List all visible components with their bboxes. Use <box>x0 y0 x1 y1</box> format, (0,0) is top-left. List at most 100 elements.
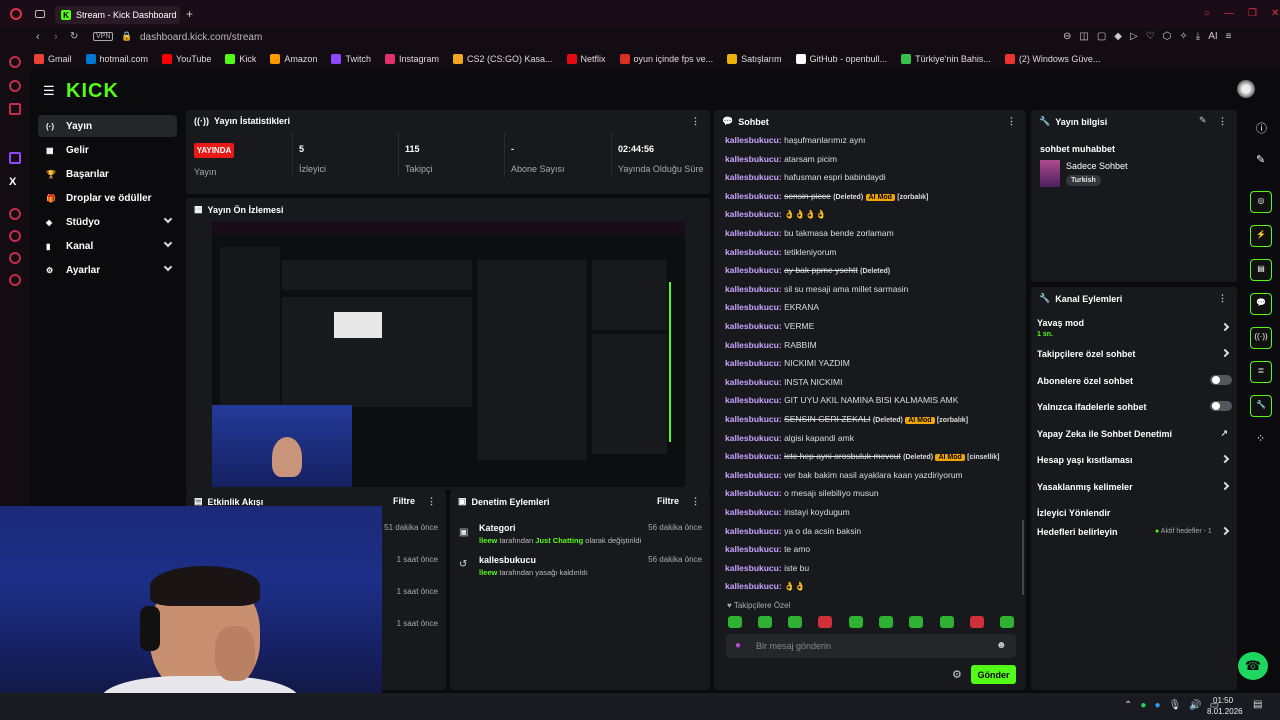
tab-manager-icon[interactable] <box>35 10 45 18</box>
microphone-icon[interactable]: ● <box>735 640 741 651</box>
close-icon[interactable]: ✕ <box>1271 8 1279 19</box>
shield-icon[interactable]: ◆ <box>1114 31 1122 42</box>
chat-username[interactable]: kallesbukucu: <box>725 209 782 219</box>
chat-message[interactable]: kallesbukucu: RABBIM <box>725 340 817 350</box>
chat-username[interactable]: kallesbukucu: <box>725 284 782 294</box>
volume-icon[interactable]: 🔊 <box>1189 700 1201 711</box>
play-icon[interactable]: ▷ <box>1130 31 1138 42</box>
chat-message[interactable]: kallesbukucu: te amo <box>725 544 810 554</box>
opera-logo-icon[interactable] <box>10 8 22 20</box>
channel-actions-menu-icon[interactable]: ⋮ <box>1218 293 1227 304</box>
chat-message[interactable]: kallesbukucu: algisi kapandi amk <box>725 433 854 443</box>
chat-username[interactable]: kallesbukucu: <box>725 451 782 461</box>
chat-message[interactable]: kallesbukucu: hafusman espri babindaydi <box>725 172 886 182</box>
emote-icon[interactable] <box>728 616 742 628</box>
bookmark-item[interactable]: Türkiye'nin Bahis... <box>901 54 991 64</box>
bookmarks-icon[interactable] <box>9 252 21 264</box>
chat-settings-icon[interactable]: ⚙ <box>952 668 962 681</box>
chat-message[interactable]: kallesbukucu: EKRANA <box>725 302 819 312</box>
stack-button[interactable]: ≣ <box>1250 361 1272 383</box>
settings-icon[interactable] <box>9 274 21 286</box>
search-icon[interactable]: ○ <box>1204 8 1210 19</box>
tab-kick-dashboard[interactable]: K Stream - Kick Dashboard <box>55 6 180 24</box>
chat-message[interactable]: kallesbukucu: ya o da acsin baksin <box>725 526 861 536</box>
kick-logo[interactable]: KICK <box>66 80 119 103</box>
sidebar-item-1[interactable]: ▦ Gelir <box>38 139 177 161</box>
focus-button[interactable]: ◎ <box>1250 191 1272 213</box>
emote-icon[interactable] <box>879 616 893 628</box>
mail-icon[interactable] <box>9 103 21 115</box>
sidebar-item-3[interactable]: 🎁 Droplar ve ödüller <box>38 187 177 209</box>
toggle-switch[interactable] <box>1210 374 1232 385</box>
heart-icon[interactable]: ♡ <box>1146 31 1155 42</box>
bookmark-item[interactable]: oyun içinde fps ve... <box>619 54 713 64</box>
minimize-icon[interactable]: — <box>1224 8 1234 19</box>
chat-message[interactable]: kallesbukucu: INSTA NICKIMI <box>725 377 842 387</box>
camera-icon[interactable]: ◫ <box>1079 31 1088 42</box>
moderation-menu-icon[interactable]: ⋮ <box>691 496 700 507</box>
emote-icon[interactable] <box>788 616 802 628</box>
clock-time[interactable]: 01:50 <box>1213 696 1233 705</box>
chat-message[interactable]: kallesbukucu: iste bu <box>725 563 809 573</box>
chat-menu-icon[interactable]: ⋮ <box>1007 116 1016 127</box>
more-icon[interactable]: ⁘ <box>1256 432 1265 445</box>
chat-username[interactable]: kallesbukucu: <box>725 377 782 387</box>
bookmark-item[interactable]: YouTube <box>162 54 211 64</box>
chat-message[interactable]: kallesbukucu: o mesajı silebiliyo musun <box>725 488 879 498</box>
channel-action-row[interactable]: İzleyici Yönlendir <box>1037 508 1232 518</box>
hamburger-icon[interactable]: ☰ <box>43 83 55 99</box>
chat-username[interactable]: kallesbukucu: <box>725 526 782 536</box>
chat-username[interactable]: kallesbukucu: <box>725 563 782 573</box>
chat-username[interactable]: kallesbukucu: <box>725 302 782 312</box>
chat-message[interactable]: kallesbukucu: tetikleniyorum <box>725 247 837 257</box>
chat-username[interactable]: kallesbukucu: <box>725 358 782 368</box>
history-icon[interactable] <box>9 230 21 242</box>
chat-scrollbar[interactable] <box>1022 520 1024 595</box>
bookmark-item[interactable]: Instagram <box>384 54 439 64</box>
chat-username[interactable]: kallesbukucu: <box>725 470 782 480</box>
bookmark-item[interactable]: Twitch <box>331 54 371 64</box>
chat-message[interactable]: kallesbukucu: 👌👌 <box>725 581 805 592</box>
chat-username[interactable]: kallesbukucu: <box>725 544 782 554</box>
cube-icon[interactable]: ⬡ <box>1163 31 1172 42</box>
chat-username[interactable]: kallesbukucu: <box>725 581 782 591</box>
app-icon[interactable]: ● <box>1140 700 1146 711</box>
mod-actor[interactable]: lleew <box>479 536 497 545</box>
chat-message[interactable]: kallesbukucu: atarsam picim <box>725 154 837 164</box>
channel-action-row[interactable]: Hesap yaşı kısıtlaması <box>1037 454 1232 465</box>
goals-row[interactable]: Hedefleri belirleyin ● Aktif hedefler - … <box>1037 526 1232 537</box>
url-text[interactable]: dashboard.kick.com/stream <box>140 32 262 43</box>
support-button[interactable]: ☎ <box>1238 652 1268 680</box>
messenger-icon[interactable] <box>9 80 21 92</box>
emote-icon[interactable] <box>909 616 923 628</box>
chat-message[interactable]: kallesbukucu: haşufmanlarımız aynı <box>725 135 865 145</box>
avatar[interactable] <box>1237 80 1255 98</box>
slow-mode-row[interactable]: Yavaş mod 1 sn. <box>1037 318 1232 338</box>
activity-filter-button[interactable]: Filtre <box>393 496 415 506</box>
chat-message[interactable]: kallesbukucu: SENSIN GERI ZEKALI (Delete… <box>725 414 968 424</box>
chat-input[interactable]: ● Bir mesaj gönderin ☻ <box>726 634 1016 658</box>
channel-action-row[interactable]: Abonelere özel sohbet <box>1037 374 1232 386</box>
stream-preview-video[interactable] <box>212 222 685 487</box>
chat-username[interactable]: kallesbukucu: <box>725 321 782 331</box>
download-icon[interactable]: ⤓ <box>1196 31 1200 42</box>
snapshot-icon[interactable]: ▢ <box>1097 31 1106 42</box>
bookmark-item[interactable]: CS2 (CS:GO) Kasa... <box>453 54 553 64</box>
bookmark-item[interactable]: Gmail <box>34 54 72 64</box>
twitch-icon[interactable] <box>9 152 21 164</box>
sidebar-item-4[interactable]: ◈ Stüdyo <box>38 211 177 233</box>
sidebar-item-0[interactable]: (·) Yayın <box>38 115 177 137</box>
sidebar-item-6[interactable]: ⚙ Ayarlar <box>38 259 177 281</box>
external-link-icon[interactable]: ↗ <box>1220 428 1228 439</box>
x-icon[interactable]: X <box>9 176 21 188</box>
zoom-icon[interactable]: ⊖ <box>1063 31 1071 42</box>
chat-username[interactable]: kallesbukucu: <box>725 154 782 164</box>
mod-actor[interactable]: lleew <box>479 568 497 577</box>
mic-icon[interactable]: 🎙 <box>1168 700 1181 711</box>
emote-icon[interactable] <box>758 616 772 628</box>
extension-icon[interactable]: ✧ <box>1179 31 1187 42</box>
toggle-switch[interactable] <box>1210 401 1232 411</box>
chat-message[interactable]: kallesbukucu: instayi koydugum <box>725 507 850 517</box>
chat-message[interactable]: kallesbukucu: VERME <box>725 321 814 331</box>
chat-message[interactable]: kallesbukucu: sil su mesaji ama millet s… <box>725 284 908 294</box>
